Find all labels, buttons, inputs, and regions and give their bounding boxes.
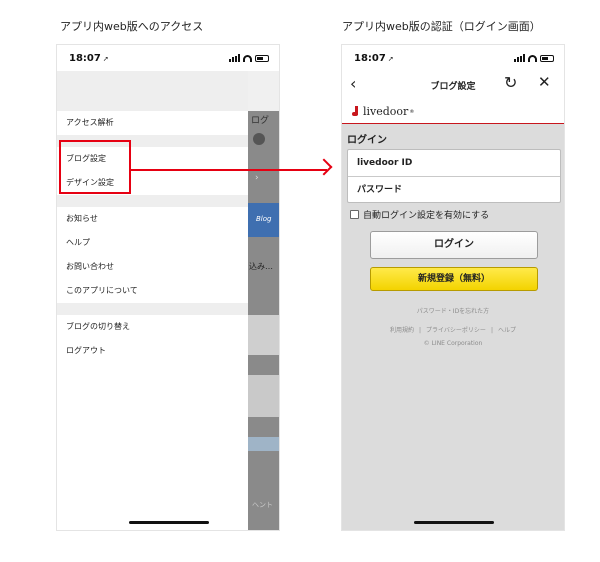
- battery-icon: [255, 54, 269, 62]
- nav-bar: ‹ ブログ設定 ↻ ✕: [342, 71, 564, 101]
- auto-login-label: 自動ログイン設定を有効にする: [363, 211, 490, 221]
- login-form: livedoor ID パスワード: [347, 149, 561, 203]
- livedoor-id-input[interactable]: livedoor ID: [348, 150, 560, 176]
- checkbox-icon[interactable]: [350, 210, 359, 219]
- location-icon: ➚: [102, 55, 109, 63]
- background-thumbnail: [248, 375, 279, 417]
- help-link[interactable]: ヘルプ: [498, 327, 516, 334]
- menu-item-logout[interactable]: ログアウト: [57, 339, 248, 363]
- background-footer-text: ヘント: [252, 501, 273, 509]
- battery-icon: [540, 54, 554, 62]
- menu-item-switch-blog[interactable]: ブログの切り替え: [57, 315, 248, 339]
- nav-title: ブログ設定: [430, 82, 476, 92]
- menu-divider: [57, 195, 248, 207]
- auto-login-checkbox[interactable]: 自動ログイン設定を有効にする: [350, 208, 489, 221]
- arrow-head-icon: [315, 158, 333, 176]
- status-time: 18:07 ➚: [69, 53, 109, 64]
- footer-links: 利用規約 | プライバシーポリシー | ヘルプ: [390, 327, 516, 334]
- login-section-title: ログイン: [347, 135, 387, 146]
- livedoor-logo: livedoor ®: [352, 105, 414, 118]
- privacy-link[interactable]: プライバシーポリシー: [426, 327, 486, 334]
- left-phone-screen: 18:07 ➚ ログ › Blog 込み… ヘント アクセス解析 ブログ設定 デザ…: [56, 44, 280, 531]
- login-button[interactable]: ログイン: [370, 231, 538, 259]
- background-avatar: [253, 133, 265, 145]
- menu-spacer: [57, 71, 248, 111]
- chevron-right-icon: ›: [255, 173, 259, 183]
- register-button[interactable]: 新規登録（無料）: [370, 267, 538, 291]
- livedoor-logo-icon: [352, 106, 360, 117]
- menu-item-about-app[interactable]: このアプリについて: [57, 279, 248, 303]
- brand-divider: [342, 123, 564, 124]
- right-phone-screen: 18:07 ➚ ‹ ブログ設定 ↻ ✕ livedoor ® ログイン livedo…: [341, 44, 565, 531]
- signal-icon: [514, 54, 525, 62]
- home-indicator: [414, 521, 494, 524]
- copyright-text: © LINE Corporation: [423, 340, 483, 347]
- password-input[interactable]: パスワード: [348, 176, 560, 202]
- menu-item-contact[interactable]: お問い合わせ: [57, 255, 248, 279]
- background-snippet: 込み…: [249, 262, 273, 271]
- arrow-line: [131, 169, 327, 171]
- signal-icon: [229, 54, 240, 62]
- menu-item-access-analytics[interactable]: アクセス解析: [57, 111, 248, 135]
- status-bar: 18:07 ➚: [342, 45, 564, 71]
- status-time: 18:07 ➚: [354, 53, 394, 64]
- login-header: 18:07 ➚ ‹ ブログ設定 ↻ ✕ livedoor ®: [342, 45, 564, 123]
- menu-item-help[interactable]: ヘルプ: [57, 231, 248, 255]
- status-bar: 18:07 ➚: [57, 45, 279, 71]
- reload-icon[interactable]: ↻: [504, 73, 517, 92]
- menu-divider: [57, 303, 248, 315]
- left-caption: アプリ内web版へのアクセス: [60, 20, 204, 33]
- background-blog-text: ログ: [251, 116, 270, 126]
- wifi-icon: [528, 54, 537, 62]
- background-thumbnail-grid: [248, 315, 279, 355]
- background-strip: [248, 437, 279, 451]
- location-icon: ➚: [387, 55, 394, 63]
- terms-link[interactable]: 利用規約: [390, 327, 414, 334]
- highlight-box: [59, 140, 131, 194]
- background-blog-image: Blog: [248, 203, 279, 237]
- forgot-password-link[interactable]: パスワード・IDを忘れた方: [342, 306, 564, 315]
- menu-item-news[interactable]: お知らせ: [57, 207, 248, 231]
- right-caption: アプリ内web版の認証（ログイン画面）: [342, 20, 541, 33]
- close-icon[interactable]: ✕: [538, 73, 551, 91]
- wifi-icon: [243, 54, 252, 62]
- home-indicator: [129, 521, 209, 524]
- background-header: [248, 71, 279, 111]
